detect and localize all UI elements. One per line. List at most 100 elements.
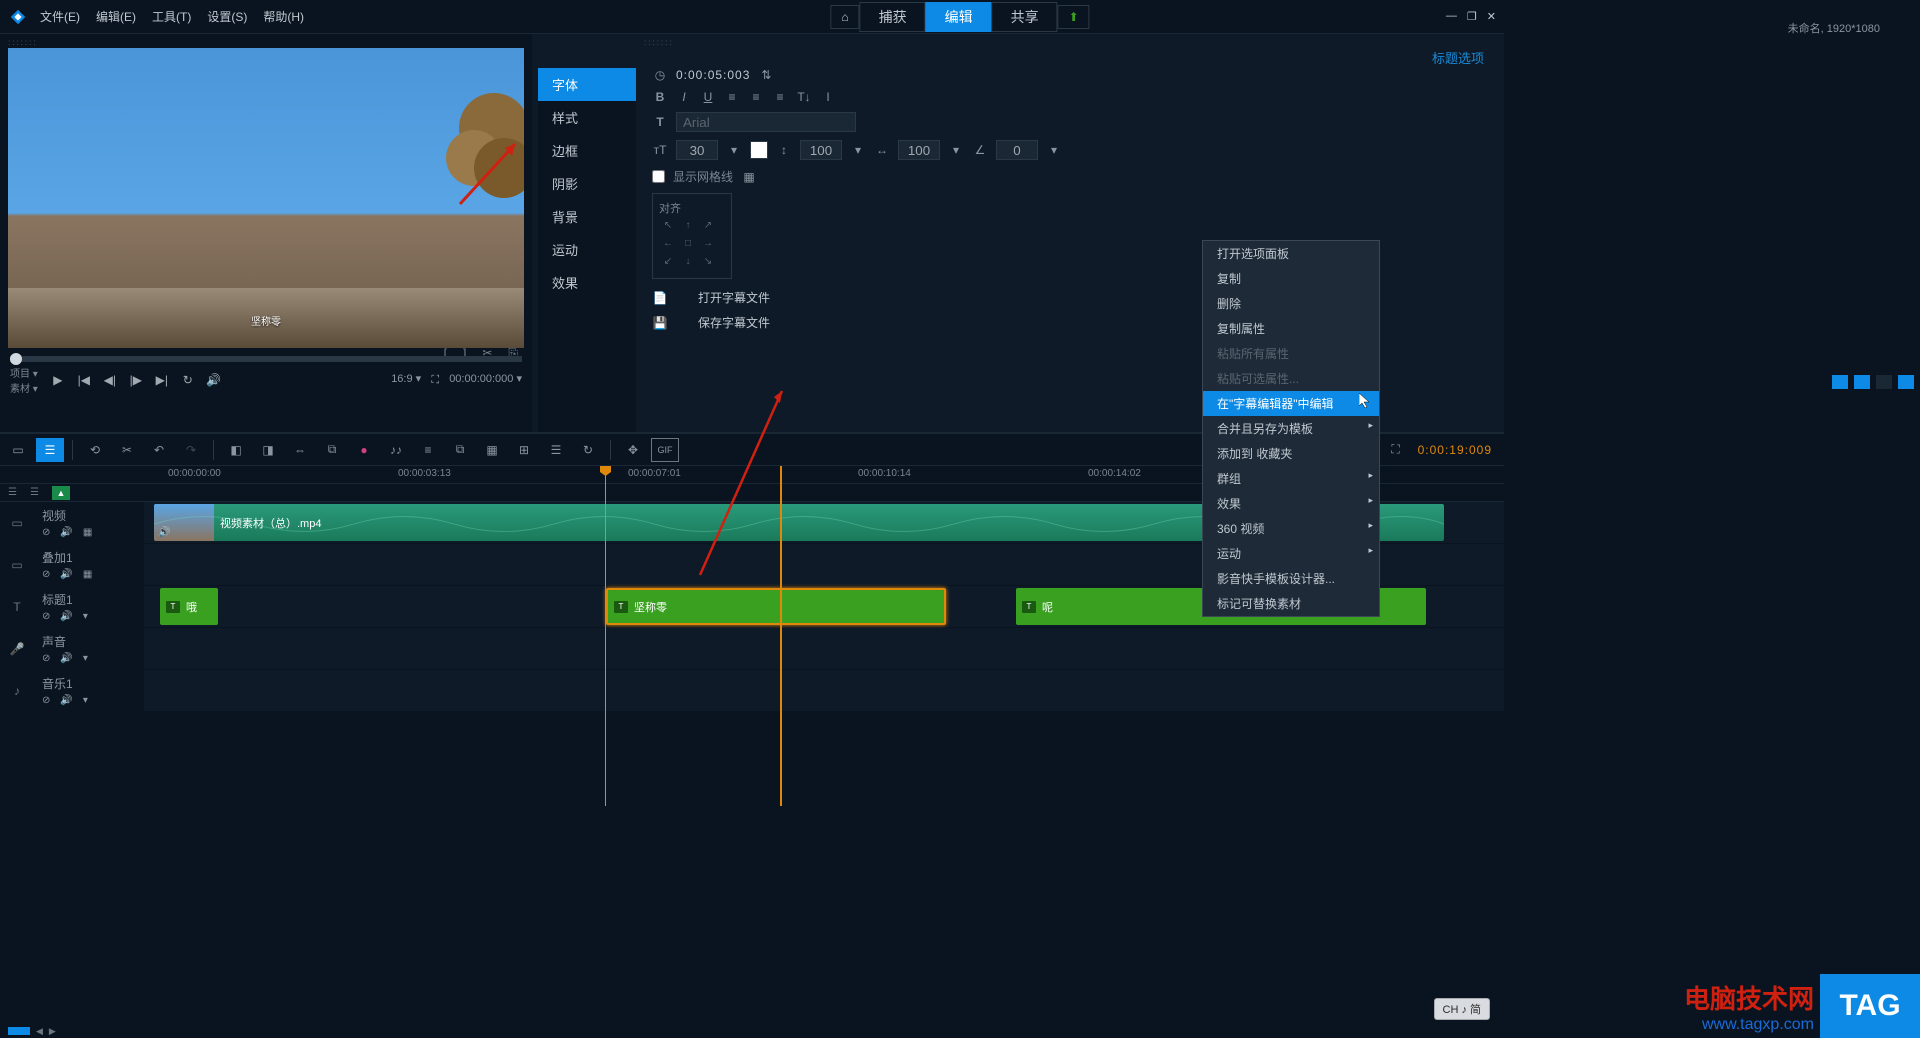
ctx-mark-replaceable[interactable]: 标记可替换素材 bbox=[1203, 591, 1379, 616]
next-frame-icon[interactable]: |▶ bbox=[128, 372, 144, 388]
grid-config-icon[interactable]: ▦ bbox=[741, 170, 757, 184]
ime-indicator[interactable]: CH ♪ 简 bbox=[1434, 998, 1491, 1020]
tab-capture[interactable]: 捕获 bbox=[860, 2, 926, 32]
lock-icon[interactable]: ⊘ bbox=[42, 695, 50, 706]
tool-cut-icon[interactable]: ✂ bbox=[113, 438, 141, 462]
tool-pan-icon[interactable]: ✥ bbox=[619, 438, 647, 462]
props-tab-border[interactable]: 边框 bbox=[538, 134, 636, 167]
scrollbar-thumb[interactable] bbox=[8, 1027, 30, 1035]
minimize-icon[interactable]: — bbox=[1446, 10, 1457, 23]
redo-icon[interactable]: ↷ bbox=[177, 438, 205, 462]
expand-icon[interactable]: ▾ bbox=[83, 695, 88, 706]
duration-spinner-icon[interactable]: ⇅ bbox=[758, 68, 774, 82]
tool-arrow-icon[interactable]: ⟲ bbox=[81, 438, 109, 462]
tool-record-icon[interactable]: ◧ bbox=[222, 438, 250, 462]
visibility-icon[interactable]: ▦ bbox=[83, 527, 92, 538]
overlay-track-icon[interactable]: ▭ bbox=[0, 544, 34, 585]
ctx-open-options[interactable]: 打开选项面板 bbox=[1203, 241, 1379, 266]
props-tab-font[interactable]: 字体 bbox=[538, 68, 636, 101]
prev-frame-icon[interactable]: ◀| bbox=[102, 372, 118, 388]
close-icon[interactable]: ✕ bbox=[1487, 10, 1496, 23]
align-center-icon[interactable]: ≡ bbox=[748, 90, 764, 104]
lock-icon[interactable]: ⊘ bbox=[42, 569, 50, 580]
tool-link-icon[interactable]: ⧉ bbox=[446, 438, 474, 462]
lock-icon[interactable]: ⊘ bbox=[42, 653, 50, 664]
aspect-selector[interactable]: 16:9 ▾ bbox=[391, 372, 421, 388]
tool-track-icon[interactable]: ☰ bbox=[542, 438, 570, 462]
volume-icon[interactable]: 🔊 bbox=[206, 372, 222, 388]
props-tab-shadow[interactable]: 阴影 bbox=[538, 167, 636, 200]
ctx-merge-template[interactable]: 合并且另存为模板 bbox=[1203, 416, 1379, 441]
align-left-icon[interactable]: ≡ bbox=[724, 90, 740, 104]
show-grid-checkbox[interactable] bbox=[652, 170, 665, 183]
tool-audio-icon[interactable]: ♪♪ bbox=[382, 438, 410, 462]
ctx-effects[interactable]: 效果 bbox=[1203, 491, 1379, 516]
props-tab-style[interactable]: 样式 bbox=[538, 101, 636, 134]
mute-icon[interactable]: 🔊 bbox=[60, 611, 72, 622]
preview-scrubber[interactable] bbox=[10, 356, 522, 362]
italic-icon[interactable]: I bbox=[676, 90, 692, 104]
title-track-icon[interactable]: T bbox=[0, 586, 34, 627]
playhead[interactable] bbox=[605, 466, 606, 806]
ctx-template-designer[interactable]: 影音快手模板设计器... bbox=[1203, 566, 1379, 591]
ctx-copy[interactable]: 复制 bbox=[1203, 266, 1379, 291]
duration-field[interactable]: 0:00:05:003 bbox=[676, 68, 750, 82]
tool-gif-icon[interactable]: GIF bbox=[651, 438, 679, 462]
preview-mode-selector[interactable]: 项目 ▾ 素材 ▾ bbox=[10, 365, 38, 395]
props-tab-motion[interactable]: 运动 bbox=[538, 233, 636, 266]
sound-track-icon[interactable]: 🎤 bbox=[0, 628, 34, 669]
layout-2-icon[interactable] bbox=[1854, 375, 1870, 389]
add-track-button[interactable]: ▲ bbox=[52, 486, 70, 500]
tool-marker-icon[interactable]: ◨ bbox=[254, 438, 282, 462]
align-bc[interactable]: ↓ bbox=[679, 256, 697, 272]
tab-edit[interactable]: 编辑 bbox=[926, 2, 992, 32]
preview-timecode[interactable]: 00:00:00:000 ▾ bbox=[449, 372, 522, 388]
ctx-delete[interactable]: 删除 bbox=[1203, 291, 1379, 316]
font-color-swatch[interactable] bbox=[750, 141, 768, 159]
scroll-right-icon[interactable]: ▶ bbox=[49, 1026, 56, 1037]
char-spacing-input[interactable] bbox=[898, 140, 940, 160]
drag-handle-icon[interactable]: ::::::: bbox=[4, 38, 528, 48]
align-ml[interactable]: ← bbox=[659, 238, 677, 254]
ctx-360-video[interactable]: 360 视频 bbox=[1203, 516, 1379, 541]
open-subtitle-link[interactable]: 打开字幕文件 bbox=[698, 289, 770, 306]
expand-icon[interactable]: ▾ bbox=[83, 653, 88, 664]
music-lane[interactable] bbox=[144, 670, 1504, 711]
spinner-icon[interactable]: ▾ bbox=[1046, 143, 1062, 157]
tool-ripple-icon[interactable]: ⧉ bbox=[318, 438, 346, 462]
ctx-motion[interactable]: 运动 bbox=[1203, 541, 1379, 566]
visibility-icon[interactable]: ▦ bbox=[83, 569, 92, 580]
spinner-icon[interactable]: ▾ bbox=[850, 143, 866, 157]
props-tab-effects[interactable]: 效果 bbox=[538, 266, 636, 299]
tool-color-icon[interactable]: ● bbox=[350, 438, 378, 462]
sound-lane[interactable] bbox=[144, 628, 1504, 669]
ctx-edit-subtitle-editor[interactable]: 在"字幕编辑器"中编辑 bbox=[1203, 391, 1379, 416]
align-bl[interactable]: ↙ bbox=[659, 256, 677, 272]
title-clip[interactable]: T 哦 bbox=[160, 588, 218, 625]
lock-icon[interactable]: ⊘ bbox=[42, 527, 50, 538]
title-options-link[interactable]: 标题选项 bbox=[1432, 48, 1484, 67]
align-mc[interactable]: □ bbox=[679, 238, 697, 254]
text-options-icon[interactable]: I bbox=[820, 90, 836, 104]
menu-help[interactable]: 帮助(H) bbox=[263, 8, 304, 25]
timeline-view-icon[interactable]: ☰ bbox=[36, 438, 64, 462]
ctx-copy-attrs[interactable]: 复制属性 bbox=[1203, 316, 1379, 341]
bold-icon[interactable]: B bbox=[652, 90, 668, 104]
align-tc[interactable]: ↑ bbox=[679, 220, 697, 236]
align-tl[interactable]: ↖ bbox=[659, 220, 677, 236]
nav-home-icon[interactable]: ⌂ bbox=[830, 5, 859, 29]
lock-icon[interactable]: ⊘ bbox=[42, 611, 50, 622]
align-tr[interactable]: ↗ bbox=[699, 220, 717, 236]
video-track-icon[interactable]: ▭ bbox=[0, 502, 34, 543]
underline-icon[interactable]: U bbox=[700, 90, 716, 104]
play-icon[interactable]: ▶ bbox=[50, 372, 66, 388]
layout-4-icon[interactable] bbox=[1898, 375, 1914, 389]
music-track-icon[interactable]: ♪ bbox=[0, 670, 34, 711]
layout-1-icon[interactable] bbox=[1832, 375, 1848, 389]
tab-share[interactable]: 共享 bbox=[992, 2, 1058, 32]
scrubber-handle[interactable] bbox=[10, 353, 22, 365]
layout-3-icon[interactable] bbox=[1876, 375, 1892, 389]
title-clip-selected[interactable]: T 坚称零 bbox=[606, 588, 946, 625]
expand-icon[interactable]: ▾ bbox=[83, 611, 88, 622]
fullscreen-icon[interactable]: ⛶ bbox=[427, 372, 443, 388]
